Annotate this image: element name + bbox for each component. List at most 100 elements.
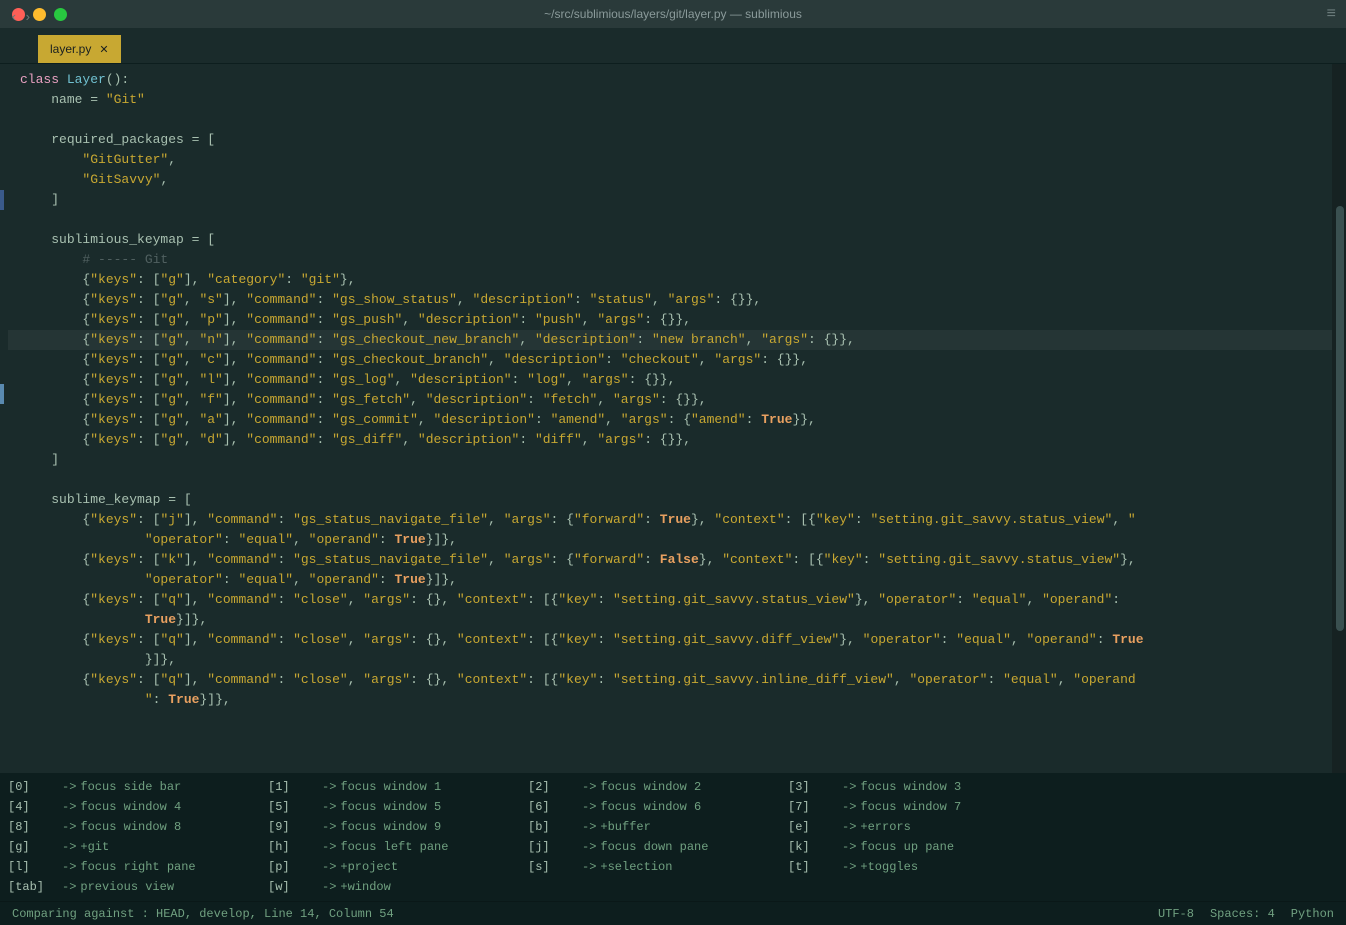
kb-arrow: -> bbox=[842, 857, 856, 877]
status-syntax: Python bbox=[1291, 907, 1334, 921]
kb-arrow: -> bbox=[842, 817, 856, 837]
code-line: "GitGutter", bbox=[8, 150, 1332, 170]
kb-key: [3] bbox=[788, 777, 838, 797]
kb-action: focus window 2 bbox=[600, 777, 701, 797]
code-line: True}]}, bbox=[8, 610, 1332, 630]
kb-arrow: -> bbox=[582, 777, 596, 797]
kb-key: [j] bbox=[528, 837, 578, 857]
kb-key: [l] bbox=[8, 857, 58, 877]
kb-arrow: -> bbox=[62, 837, 76, 857]
code-line bbox=[8, 470, 1332, 490]
code-line: {"keys": ["k"], "command": "gs_status_na… bbox=[8, 550, 1332, 570]
maximize-button[interactable] bbox=[54, 8, 67, 21]
kb-key: [1] bbox=[268, 777, 318, 797]
kb-item: [j] -> focus down pane bbox=[528, 837, 788, 857]
tab-close-button[interactable]: ✕ bbox=[99, 43, 108, 56]
kb-item: [t] -> +toggles bbox=[788, 857, 1048, 877]
code-line: {"keys": ["g"], "category": "git"}, bbox=[8, 270, 1332, 290]
kb-key: [7] bbox=[788, 797, 838, 817]
kb-row-2: [8] -> focus window 8 [9] -> focus windo… bbox=[8, 817, 1338, 837]
code-line: "operator": "equal", "operand": True}]}, bbox=[8, 570, 1332, 590]
code-line: }]}, bbox=[8, 650, 1332, 670]
kb-item: [l] -> focus right pane bbox=[8, 857, 268, 877]
kb-item: [p] -> +project bbox=[268, 857, 528, 877]
editor-content[interactable]: class Layer(): name = "Git" required_pac… bbox=[8, 64, 1332, 773]
code-line: {"keys": ["q"], "command": "close", "arg… bbox=[8, 630, 1332, 650]
code-line bbox=[8, 110, 1332, 130]
kb-arrow: -> bbox=[842, 837, 856, 857]
kb-item: [h] -> focus left pane bbox=[268, 837, 528, 857]
code-line: # ----- Git bbox=[8, 250, 1332, 270]
code-line: {"keys": ["g", "c"], "command": "gs_chec… bbox=[8, 350, 1332, 370]
kb-action: focus up pane bbox=[860, 837, 954, 857]
kb-action: focus window 8 bbox=[80, 817, 181, 837]
left-diff-marker bbox=[0, 384, 4, 404]
kb-action: focus right pane bbox=[80, 857, 195, 877]
kb-key: [w] bbox=[268, 877, 318, 897]
next-tab-icon[interactable]: › bbox=[24, 10, 32, 25]
kb-key: [h] bbox=[268, 837, 318, 857]
kb-item: [g] -> +git bbox=[8, 837, 268, 857]
code-line: {"keys": ["q"], "command": "close", "arg… bbox=[8, 670, 1332, 690]
tab-layer-py[interactable]: layer.py ✕ bbox=[38, 35, 121, 63]
code-line: "GitSavvy", bbox=[8, 170, 1332, 190]
minimize-button[interactable] bbox=[33, 8, 46, 21]
kb-action: focus window 7 bbox=[860, 797, 961, 817]
titlebar: ~/src/sublimious/layers/git/layer.py — s… bbox=[0, 0, 1346, 28]
tabbar: ‹ › layer.py ✕ bbox=[0, 28, 1346, 64]
kb-action: focus window 6 bbox=[600, 797, 701, 817]
kb-action: +project bbox=[340, 857, 398, 877]
kb-arrow: -> bbox=[582, 797, 596, 817]
kb-arrow: -> bbox=[322, 797, 336, 817]
kb-item: [9] -> focus window 9 bbox=[268, 817, 528, 837]
kb-action: +selection bbox=[600, 857, 672, 877]
statusbar: Comparing against : HEAD, develop, Line … bbox=[0, 901, 1346, 925]
kb-action: previous view bbox=[80, 877, 174, 897]
kb-key: [2] bbox=[528, 777, 578, 797]
editor-area: class Layer(): name = "Git" required_pac… bbox=[0, 64, 1346, 773]
kb-item: [5] -> focus window 5 bbox=[268, 797, 528, 817]
kb-item: [7] -> focus window 7 bbox=[788, 797, 1048, 817]
kb-item: [8] -> focus window 8 bbox=[8, 817, 268, 837]
code-line: ": True}]}, bbox=[8, 690, 1332, 710]
code-block: class Layer(): name = "Git" required_pac… bbox=[8, 64, 1332, 773]
kb-row-5: [tab] -> previous view [w] -> +window bbox=[8, 877, 1338, 897]
kb-item: [6] -> focus window 6 bbox=[528, 797, 788, 817]
code-line bbox=[8, 210, 1332, 230]
menu-icon[interactable]: ≡ bbox=[1326, 5, 1336, 23]
status-left: Comparing against : HEAD, develop, Line … bbox=[12, 907, 394, 921]
gutter-mark bbox=[0, 190, 4, 210]
kb-item: [tab] -> previous view bbox=[8, 877, 268, 897]
kb-key: [0] bbox=[8, 777, 58, 797]
scrollbar[interactable] bbox=[1332, 64, 1346, 773]
kb-key: [tab] bbox=[8, 877, 58, 897]
tab-label: layer.py bbox=[50, 42, 91, 56]
kb-key: [5] bbox=[268, 797, 318, 817]
kb-row-3: [g] -> +git [h] -> focus left pane [j] -… bbox=[8, 837, 1338, 857]
prev-tab-icon[interactable]: ‹ bbox=[10, 10, 18, 25]
kb-row-4: [l] -> focus right pane [p] -> +project … bbox=[8, 857, 1338, 877]
kb-arrow: -> bbox=[322, 817, 336, 837]
kb-action: focus down pane bbox=[600, 837, 708, 857]
kb-action: +buffer bbox=[600, 817, 650, 837]
kb-key: [k] bbox=[788, 837, 838, 857]
kb-arrow: -> bbox=[842, 777, 856, 797]
kb-arrow: -> bbox=[62, 817, 76, 837]
code-line: name = "Git" bbox=[8, 90, 1332, 110]
kb-key: [8] bbox=[8, 817, 58, 837]
kb-action: focus window 5 bbox=[340, 797, 441, 817]
kb-arrow: -> bbox=[62, 797, 76, 817]
status-right: UTF-8 Spaces: 4 Python bbox=[1158, 907, 1334, 921]
code-line: {"keys": ["g", "s"], "command": "gs_show… bbox=[8, 290, 1332, 310]
scrollbar-thumb[interactable] bbox=[1336, 206, 1344, 631]
gutter bbox=[0, 64, 8, 773]
kb-key: [s] bbox=[528, 857, 578, 877]
kb-item: [k] -> focus up pane bbox=[788, 837, 1048, 857]
kb-action: focus left pane bbox=[340, 837, 448, 857]
window-title: ~/src/sublimious/layers/git/layer.py — s… bbox=[544, 7, 802, 21]
code-line: required_packages = [ bbox=[8, 130, 1332, 150]
kb-row-1: [4] -> focus window 4 [5] -> focus windo… bbox=[8, 797, 1338, 817]
kb-item: [4] -> focus window 4 bbox=[8, 797, 268, 817]
kb-item: [3] -> focus window 3 bbox=[788, 777, 1048, 797]
kb-item: [s] -> +selection bbox=[528, 857, 788, 877]
